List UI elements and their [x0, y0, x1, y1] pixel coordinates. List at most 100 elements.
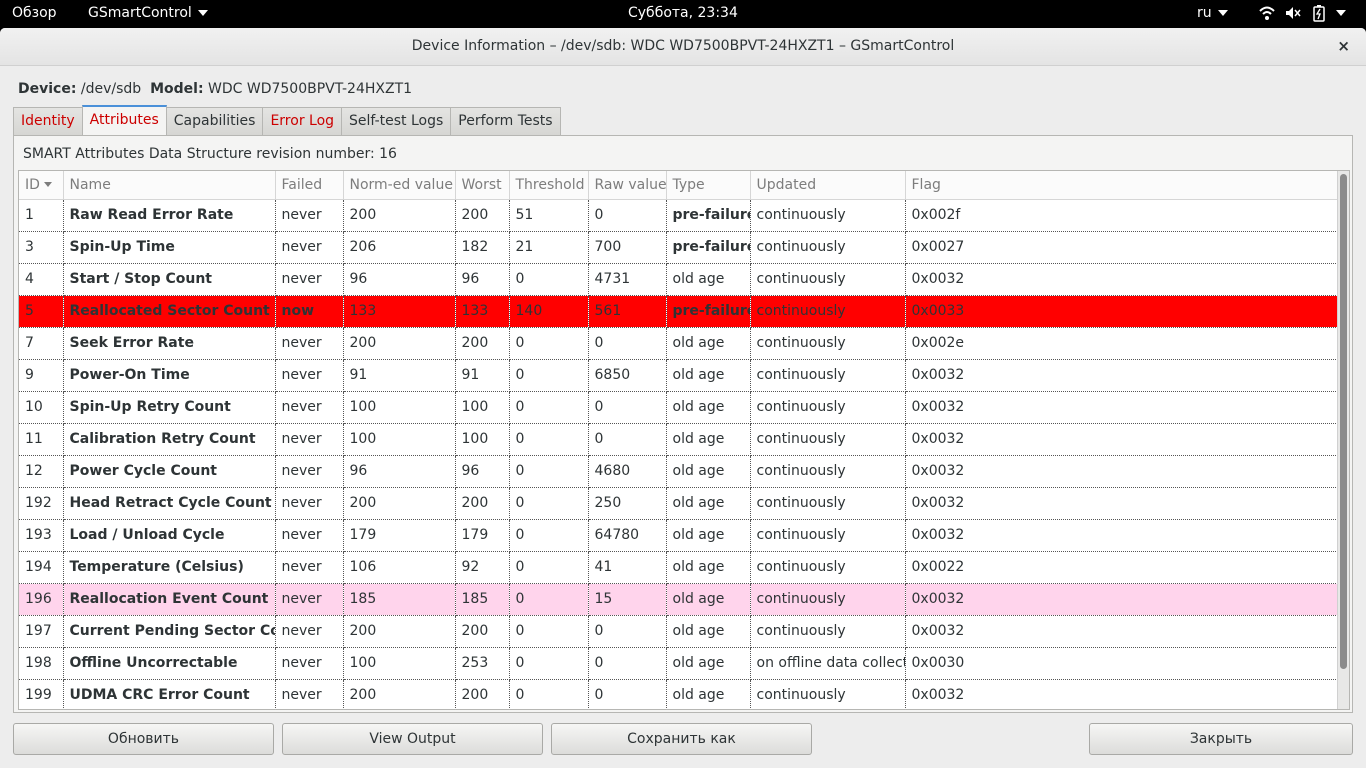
cell-name: Head Retract Cycle Count	[63, 487, 276, 520]
table-row[interactable]: 10 Spin-Up Retry Count never 100 100 0 0 old ag…	[19, 391, 1338, 424]
device-label: Device:	[18, 81, 77, 97]
cell-worst: 91	[455, 359, 510, 392]
cell-normed-value: 179	[343, 519, 456, 552]
attributes-table: ID Name Failed Norm-ed value Worst Thres…	[19, 171, 1338, 709]
app-menu[interactable]: GSmartControl	[88, 5, 208, 21]
cell-normed-value: 200	[343, 327, 456, 360]
cell-name: Spin-Up Time	[63, 231, 276, 264]
column-header-updated[interactable]: Updated	[750, 171, 906, 200]
table-row[interactable]: 196 Reallocation Event Count never 185 185 0 1…	[19, 583, 1338, 616]
table-row[interactable]: 12 Power Cycle Count never 96 96 0 4680 old age…	[19, 455, 1338, 488]
cell-id: 12	[19, 455, 64, 488]
table-row[interactable]: 3 Spin-Up Time never 206 182 21 700 pre-failure…	[19, 231, 1338, 264]
cell-name: Seek Error Rate	[63, 327, 276, 360]
table-row[interactable]: 4 Start / Stop Count never 96 96 0 4731 old age…	[19, 263, 1338, 296]
table-row[interactable]: 192 Head Retract Cycle Count never 200 200 0 2…	[19, 487, 1338, 520]
cell-flag: 0x0030	[905, 647, 1338, 680]
cell-name: Power Cycle Count	[63, 455, 276, 488]
system-tray[interactable]	[1258, 4, 1346, 22]
table-row[interactable]: 193 Load / Unload Cycle never 179 179 0 64780 o…	[19, 519, 1338, 552]
table-row[interactable]: 11 Calibration Retry Count never 100 100 0 0 ol…	[19, 423, 1338, 456]
cell-failed: never	[275, 231, 344, 264]
cell-name: Power-On Time	[63, 359, 276, 392]
cell-threshold: 21	[509, 231, 589, 264]
table-row[interactable]: 199 UDMA CRC Error Count never 200 200 0 0 old …	[19, 679, 1338, 709]
tab-attributes[interactable]: Attributes	[81, 105, 167, 135]
clock[interactable]: Суббота, 23:34	[628, 5, 738, 21]
cell-normed-value: 100	[343, 647, 456, 680]
cell-type: old age	[666, 455, 751, 488]
cell-threshold: 0	[509, 487, 589, 520]
cell-worst: 133	[455, 295, 510, 328]
cell-id: 5	[19, 295, 64, 328]
tab-capabilities[interactable]: Capabilities	[165, 107, 264, 135]
cell-id: 198	[19, 647, 64, 680]
cell-type: old age	[666, 263, 751, 296]
cell-threshold: 0	[509, 263, 589, 296]
table-row[interactable]: 198 Offline Uncorrectable never 100 253 0 0 old…	[19, 647, 1338, 680]
cell-failed: never	[275, 455, 344, 488]
cell-type: old age	[666, 327, 751, 360]
keyboard-layout-menu[interactable]: ru	[1197, 5, 1228, 21]
close-button[interactable]: Закрыть	[1089, 723, 1353, 755]
activities-button[interactable]: Обзор	[12, 5, 57, 21]
column-header-threshold[interactable]: Threshold	[509, 171, 589, 200]
wifi-icon	[1259, 6, 1275, 20]
table-row[interactable]: 1 Raw Read Error Rate never 200 200 51 0 pre-fa…	[19, 199, 1338, 232]
cell-name: Current Pending Sector Count	[63, 615, 276, 648]
cell-flag: 0x0032	[905, 391, 1338, 424]
table-row[interactable]: 9 Power-On Time never 91 91 0 6850 old age conti…	[19, 359, 1338, 392]
cell-threshold: 0	[509, 519, 589, 552]
column-header-flag[interactable]: Flag	[905, 171, 1338, 200]
cell-id: 4	[19, 263, 64, 296]
cell-threshold: 0	[509, 647, 589, 680]
cell-raw-value: 0	[588, 615, 667, 648]
cell-worst: 200	[455, 487, 510, 520]
save-as-button[interactable]: Сохранить как	[551, 723, 812, 755]
close-icon[interactable]: ×	[1337, 37, 1350, 55]
column-header-normed-value[interactable]: Norm-ed value	[343, 171, 456, 200]
cell-updated: continuously	[750, 551, 906, 584]
cell-worst: 200	[455, 327, 510, 360]
battery-icon	[1313, 5, 1325, 22]
cell-normed-value: 96	[343, 263, 456, 296]
column-header-type[interactable]: Type	[666, 171, 751, 200]
scrollbar-thumb[interactable]	[1340, 174, 1347, 669]
cell-updated: continuously	[750, 423, 906, 456]
chevron-down-icon	[1336, 10, 1346, 16]
column-header-worst[interactable]: Worst	[455, 171, 510, 200]
cell-id: 11	[19, 423, 64, 456]
table-row[interactable]: 194 Temperature (Celsius) never 106 92 0 41 old…	[19, 551, 1338, 584]
cell-flag: 0x0027	[905, 231, 1338, 264]
tab-perform-tests[interactable]: Perform Tests	[450, 107, 561, 135]
attributes-panel: SMART Attributes Data Structure revision…	[13, 135, 1353, 713]
cell-threshold: 0	[509, 391, 589, 424]
column-header-id[interactable]: ID	[19, 171, 64, 200]
cell-updated: continuously	[750, 231, 906, 264]
refresh-button[interactable]: Обновить	[13, 723, 274, 755]
cell-worst: 100	[455, 391, 510, 424]
tab-identity[interactable]: Identity	[13, 107, 83, 135]
cell-normed-value: 91	[343, 359, 456, 392]
cell-threshold: 0	[509, 615, 589, 648]
cell-updated: continuously	[750, 295, 906, 328]
cell-flag: 0x0032	[905, 455, 1338, 488]
cell-type: old age	[666, 423, 751, 456]
window-titlebar[interactable]: Device Information – /dev/sdb: WDC WD750…	[0, 28, 1366, 66]
view-output-button[interactable]: View Output	[282, 723, 543, 755]
table-row[interactable]: 197Current Pending Sector Countnever2002…	[19, 615, 1338, 648]
cell-raw-value: 4680	[588, 455, 667, 488]
column-header-name[interactable]: Name	[63, 171, 276, 200]
cell-updated: on offline data collect.	[750, 647, 906, 680]
column-header-failed[interactable]: Failed	[275, 171, 344, 200]
cell-type: old age	[666, 391, 751, 424]
tab-self-test-logs[interactable]: Self-test Logs	[341, 107, 452, 135]
vertical-scrollbar[interactable]	[1337, 171, 1349, 709]
cell-failed: never	[275, 359, 344, 392]
app-menu-label: GSmartControl	[88, 5, 192, 21]
tab-error-log[interactable]: Error Log	[262, 107, 343, 135]
cell-updated: continuously	[750, 487, 906, 520]
table-row[interactable]: 5 Reallocated Sector Count now 133 133 140 561…	[19, 295, 1338, 328]
table-row[interactable]: 7 Seek Error Rate never 200 200 0 0 old age cont…	[19, 327, 1338, 360]
column-header-raw-value[interactable]: Raw value	[588, 171, 667, 200]
